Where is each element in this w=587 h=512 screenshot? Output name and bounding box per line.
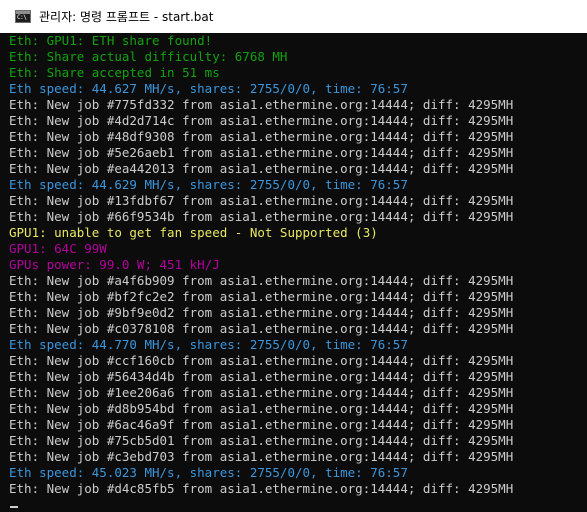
console-line: Eth: New job #66f9534b from asia1.etherm… — [9, 209, 514, 224]
text-cursor — [10, 506, 18, 508]
console-line: Eth: New job #d4c85fb5 from asia1.etherm… — [9, 481, 514, 496]
console-line: GPU1: unable to get fan speed - Not Supp… — [9, 225, 378, 240]
console-line: Eth: New job #bf2fc2e2 from asia1.etherm… — [9, 289, 514, 304]
window-title: 관리자: 명령 프롬프트 - start.bat — [39, 10, 214, 24]
console-line: GPUs power: 99.0 W; 451 kH/J — [9, 257, 220, 272]
console-line: Eth: New job #c3ebd703 from asia1.etherm… — [9, 449, 514, 464]
console-line: Eth: New job #4d2d714c from asia1.etherm… — [9, 113, 514, 128]
console-line: Eth speed: 44.629 MH/s, shares: 2755/0/0… — [9, 177, 408, 192]
title-bar[interactable]: C:\ 관리자: 명령 프롬프트 - start.bat — [0, 0, 587, 33]
console-line: Eth: New job #775fd332 from asia1.etherm… — [9, 97, 514, 112]
console-line: Eth: New job #75cb5d01 from asia1.etherm… — [9, 433, 514, 448]
console-line: Eth: New job #d8b954bd from asia1.etherm… — [9, 401, 514, 416]
console-line: Eth: Share actual difficulty: 6768 MH — [9, 49, 288, 64]
console-lines: Eth: GPU1: ETH share found! Eth: Share ac… — [9, 33, 513, 497]
console-line: Eth: New job #ccf160cb from asia1.etherm… — [9, 353, 514, 368]
console-line: Eth: New job #5e26aeb1 from asia1.etherm… — [9, 145, 514, 160]
console-line: Eth: New job #56434d4b from asia1.etherm… — [9, 369, 514, 384]
console-line: GPU1: 64C 99W — [9, 241, 107, 256]
console-line: Eth: New job #1ee206a6 from asia1.etherm… — [9, 385, 514, 400]
console-line: Eth: New job #48df9308 from asia1.etherm… — [9, 129, 514, 144]
console-line: Eth speed: 44.627 MH/s, shares: 2755/0/0… — [9, 81, 408, 96]
cmd-icon-glyph: C:\ — [17, 14, 27, 21]
console-output[interactable]: Eth: GPU1: ETH share found! Eth: Share ac… — [0, 33, 587, 512]
console-line: Eth: New job #c0378108 from asia1.etherm… — [9, 321, 514, 336]
console-line: Eth: GPU1: ETH share found! — [9, 33, 213, 48]
console-line: Eth: New job #ea442013 from asia1.etherm… — [9, 161, 514, 176]
console-line: Eth: New job #9bf9e0d2 from asia1.etherm… — [9, 305, 514, 320]
console-line: Eth: New job #6ac46a9f from asia1.etherm… — [9, 417, 514, 432]
command-prompt-window: C:\ 관리자: 명령 프롬프트 - start.bat Eth: GPU1: … — [0, 0, 587, 512]
console-line: Eth: New job #a4f6b909 from asia1.etherm… — [9, 273, 514, 288]
console-line: Eth speed: 45.023 MH/s, shares: 2755/0/0… — [9, 465, 408, 480]
console-line: Eth: Share accepted in 51 ms — [9, 65, 220, 80]
console-line: Eth: New job #13fdbf67 from asia1.etherm… — [9, 193, 514, 208]
cmd-icon[interactable]: C:\ — [15, 10, 31, 23]
console-line: Eth speed: 44.770 MH/s, shares: 2755/0/0… — [9, 337, 408, 352]
